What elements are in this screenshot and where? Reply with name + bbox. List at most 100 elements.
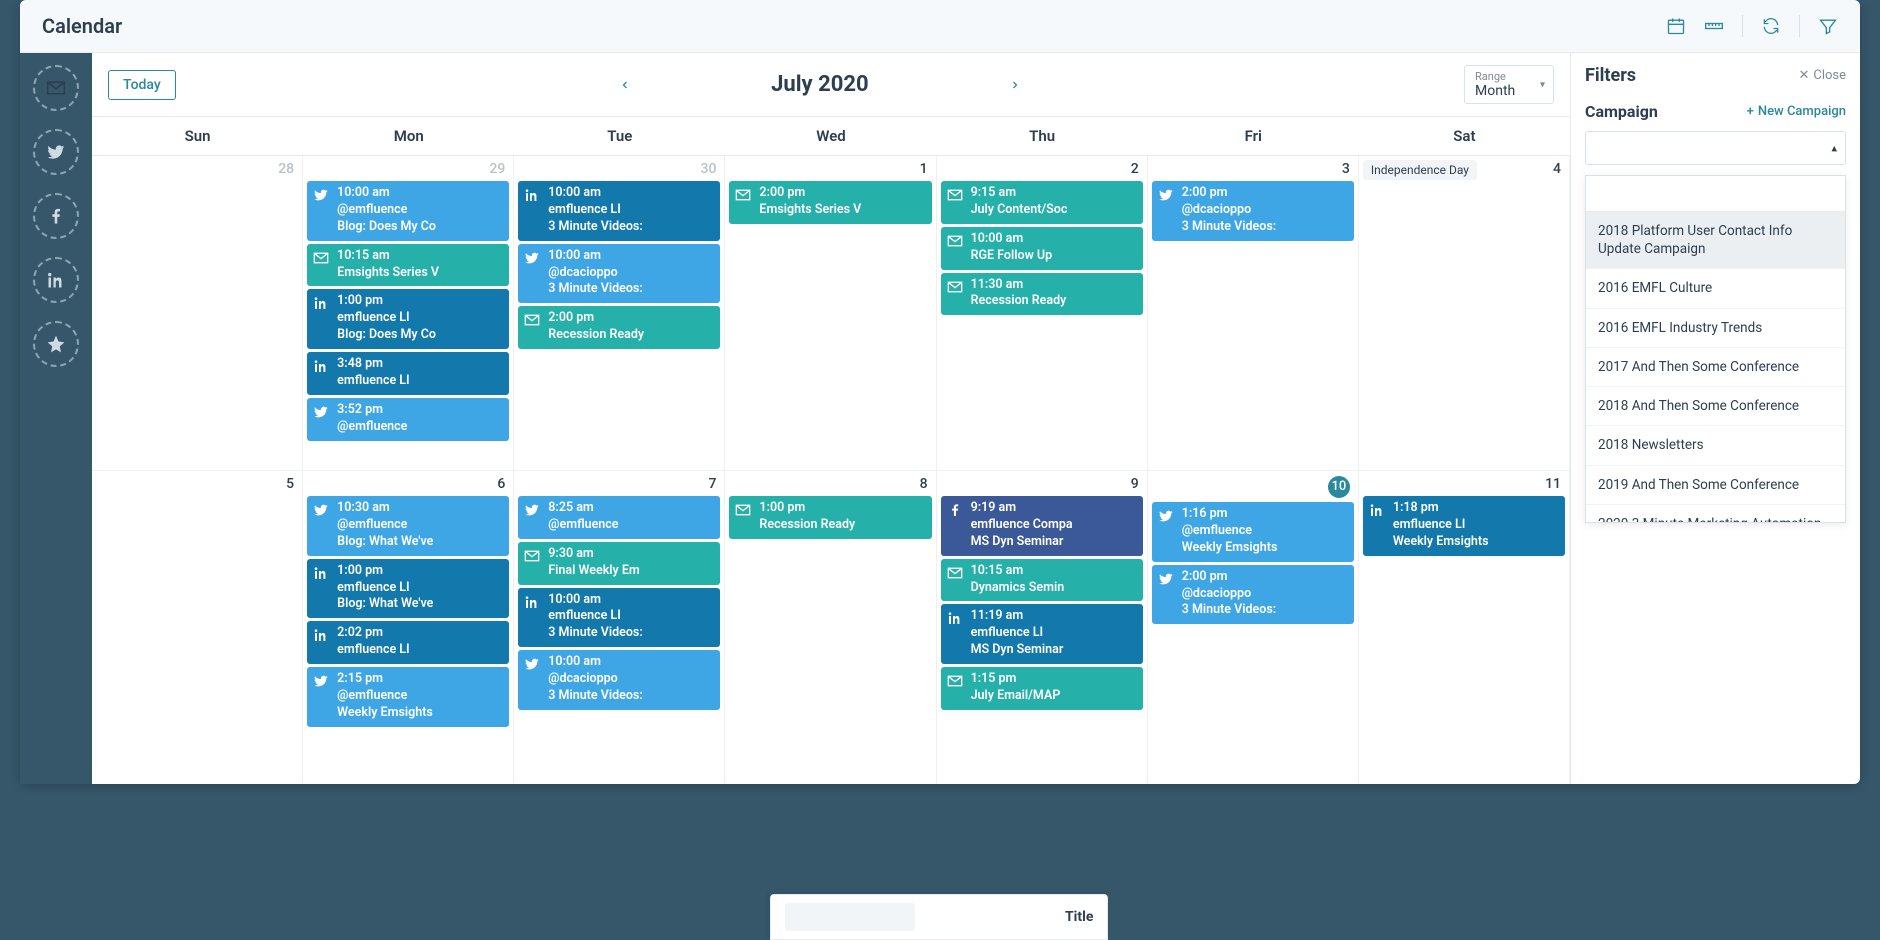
- calendar-event[interactable]: 10:00 am@dcacioppo3 Minute Videos:: [518, 244, 720, 304]
- range-label: Range: [1475, 70, 1543, 83]
- day-cell[interactable]: 101:16 pm@emfluenceWeekly Emsights2:00 p…: [1148, 471, 1359, 784]
- day-number: 30: [518, 159, 720, 181]
- campaign-option-list[interactable]: 2018 Platform User Contact Info Update C…: [1586, 212, 1845, 522]
- calendar-main: Today July 2020 Range Month SunMonTueWed…: [92, 53, 1570, 784]
- twitter-icon: [313, 502, 329, 518]
- calendar-event[interactable]: 1:16 pm@emfluenceWeekly Emsights: [1152, 502, 1354, 562]
- day-cell[interactable]: 81:00 pmRecession Ready: [725, 471, 936, 784]
- facebook-icon: [947, 502, 963, 518]
- calendar-icon[interactable]: [1666, 16, 1686, 36]
- calendar-event[interactable]: 9:15 amJuly Content/Soc: [941, 181, 1143, 224]
- calendar-event[interactable]: 3:52 pm@emfluence: [307, 398, 509, 441]
- calendar-event[interactable]: 1:00 pmRecession Ready: [729, 496, 931, 539]
- campaign-header: Campaign +New Campaign: [1585, 102, 1846, 121]
- calendar-event[interactable]: 2:00 pm@dcacioppo3 Minute Videos:: [1152, 181, 1354, 241]
- calendar-event[interactable]: 10:30 am@emfluenceBlog: What We've: [307, 496, 509, 556]
- day-number: 3: [1152, 159, 1354, 181]
- calendar-event[interactable]: 2:02 pmemfluence LI: [307, 621, 509, 664]
- close-filters-button[interactable]: ✕Close: [1798, 68, 1846, 83]
- linkedin-icon: [313, 295, 329, 311]
- calendar-event[interactable]: 10:15 amEmsights Series V: [307, 244, 509, 287]
- day-cell[interactable]: 610:30 am@emfluenceBlog: What We've1:00 …: [303, 471, 514, 784]
- calendar-event[interactable]: 10:00 amemfluence LI3 Minute Videos:: [518, 588, 720, 648]
- campaign-option[interactable]: 2018 Newsletters: [1586, 426, 1845, 465]
- day-cell[interactable]: 3010:00 amemfluence LI3 Minute Videos:10…: [514, 156, 725, 471]
- campaign-search-input[interactable]: [1586, 176, 1845, 212]
- card-tools: [1666, 15, 1838, 37]
- day-cell[interactable]: 12:00 pmEmsights Series V: [725, 156, 936, 471]
- holiday-label: Independence Day: [1363, 160, 1477, 180]
- day-cell[interactable]: 4Independence Day: [1359, 156, 1570, 471]
- calendar-event[interactable]: 2:15 pm@emfluenceWeekly Emsights: [307, 667, 509, 727]
- envelope-icon: [524, 312, 540, 328]
- twitter-icon: [313, 187, 329, 203]
- calendar-event[interactable]: 10:00 amRGE Follow Up: [941, 227, 1143, 270]
- filter-icon[interactable]: [1818, 16, 1838, 36]
- rail-star-button[interactable]: [33, 321, 79, 367]
- linkedin-icon: [313, 565, 329, 581]
- day-cell[interactable]: 5: [92, 471, 303, 784]
- new-campaign-button[interactable]: +New Campaign: [1747, 104, 1846, 119]
- calendar-event[interactable]: 1:00 pmemfluence LIBlog: What We've: [307, 559, 509, 619]
- day-number: 10: [1152, 474, 1354, 502]
- filters-title: Filters: [1585, 65, 1636, 86]
- next-month-icon[interactable]: [1009, 79, 1021, 91]
- calendar-event[interactable]: 2:00 pmEmsights Series V: [729, 181, 931, 224]
- calendar-event[interactable]: 11:19 amemfluence LIMS Dyn Seminar: [941, 604, 1143, 664]
- filters-panel: Filters ✕Close Campaign +New Campaign 20…: [1570, 53, 1860, 784]
- calendar-event[interactable]: 2:00 pmRecession Ready: [518, 306, 720, 349]
- calendar-event[interactable]: 9:30 amFinal Weekly Em: [518, 542, 720, 585]
- month-title: July 2020: [771, 72, 868, 97]
- calendar-event[interactable]: 10:15 amDynamics Semin: [941, 559, 1143, 602]
- campaign-combo[interactable]: [1585, 131, 1846, 165]
- twitter-icon: [524, 656, 540, 672]
- dow-cell: Mon: [303, 117, 514, 155]
- dow-cell: Thu: [937, 117, 1148, 155]
- linkedin-icon: [313, 627, 329, 643]
- rail-linkedin-button[interactable]: [33, 257, 79, 303]
- today-button[interactable]: Today: [108, 70, 176, 100]
- campaign-option[interactable]: 2019 And Then Some Conference: [1586, 466, 1845, 505]
- rail-twitter-button[interactable]: [33, 129, 79, 175]
- calendar-event[interactable]: 10:00 amemfluence LI3 Minute Videos:: [518, 181, 720, 241]
- calendar-event[interactable]: 10:00 am@dcacioppo3 Minute Videos:: [518, 650, 720, 710]
- range-select[interactable]: Range Month: [1464, 65, 1554, 104]
- calendar-event[interactable]: 10:00 am@emfluenceBlog: Does My Co: [307, 181, 509, 241]
- day-cell[interactable]: 28: [92, 156, 303, 471]
- card-title: Calendar: [42, 14, 1666, 38]
- linkedin-icon: [947, 610, 963, 626]
- day-cell[interactable]: 29:15 amJuly Content/Soc10:00 amRGE Foll…: [937, 156, 1148, 471]
- day-number: 28: [96, 159, 298, 181]
- rail-facebook-button[interactable]: [33, 193, 79, 239]
- divider: [1742, 15, 1743, 37]
- campaign-option[interactable]: 2020 3 Minute Marketing Automation: [1586, 505, 1845, 522]
- calendar-event[interactable]: 8:25 am@emfluence: [518, 496, 720, 539]
- dow-cell: Tue: [514, 117, 725, 155]
- refresh-icon[interactable]: [1761, 16, 1781, 36]
- campaign-option[interactable]: 2016 EMFL Culture: [1586, 269, 1845, 308]
- day-cell[interactable]: 78:25 am@emfluence9:30 amFinal Weekly Em…: [514, 471, 725, 784]
- calendar-event[interactable]: 11:30 amRecession Ready: [941, 273, 1143, 316]
- day-number: 29: [307, 159, 509, 181]
- campaign-option[interactable]: 2018 And Then Some Conference: [1586, 387, 1845, 426]
- day-number: 2: [941, 159, 1143, 181]
- calendar-event[interactable]: 1:18 pmemfluence LIWeekly Emsights: [1363, 496, 1565, 556]
- day-cell[interactable]: 2910:00 am@emfluenceBlog: Does My Co10:1…: [303, 156, 514, 471]
- rail-email-button[interactable]: [33, 65, 79, 111]
- envelope-icon: [947, 279, 963, 295]
- calendar-event[interactable]: 9:19 amemfluence CompaMS Dyn Seminar: [941, 496, 1143, 556]
- prev-month-icon[interactable]: [619, 79, 631, 91]
- day-cell[interactable]: 99:19 amemfluence CompaMS Dyn Seminar10:…: [937, 471, 1148, 784]
- calendar-event[interactable]: 1:00 pmemfluence LIBlog: Does My Co: [307, 289, 509, 349]
- ruler-icon[interactable]: [1704, 16, 1724, 36]
- dow-cell: Fri: [1148, 117, 1359, 155]
- campaign-option[interactable]: 2018 Platform User Contact Info Update C…: [1586, 212, 1845, 269]
- day-cell[interactable]: 111:18 pmemfluence LIWeekly Emsights: [1359, 471, 1570, 784]
- calendar-event[interactable]: 1:15 pmJuly Email/MAP: [941, 667, 1143, 710]
- campaign-option[interactable]: 2017 And Then Some Conference: [1586, 348, 1845, 387]
- day-cell[interactable]: 32:00 pm@dcacioppo3 Minute Videos:: [1148, 156, 1359, 471]
- calendar-event[interactable]: 3:48 pmemfluence LI: [307, 352, 509, 395]
- twitter-icon: [524, 250, 540, 266]
- campaign-option[interactable]: 2016 EMFL Industry Trends: [1586, 309, 1845, 348]
- calendar-event[interactable]: 2:00 pm@dcacioppo3 Minute Videos:: [1152, 565, 1354, 625]
